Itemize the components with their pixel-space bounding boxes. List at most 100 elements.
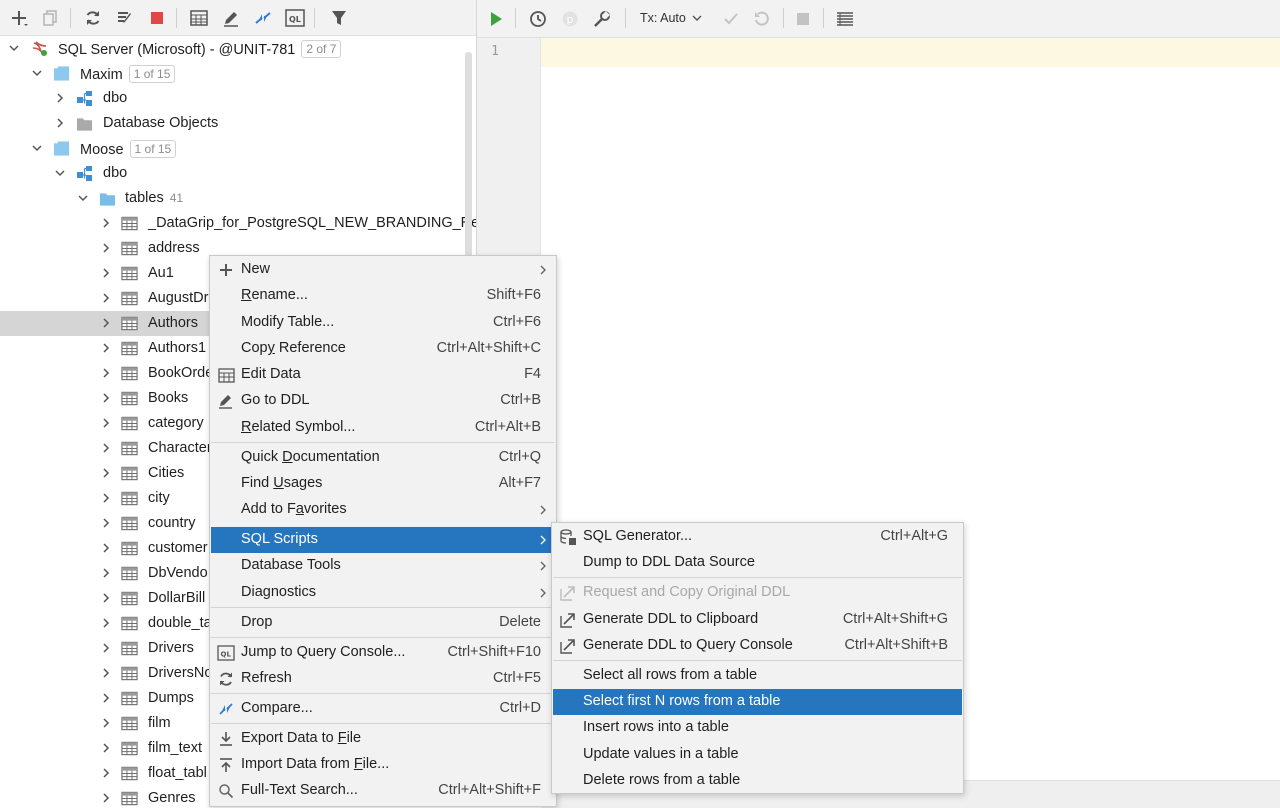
chevron-down-icon[interactable] <box>30 66 44 80</box>
chevron-right-icon[interactable] <box>99 341 113 355</box>
menu-item-refresh[interactable]: Refresh Ctrl+F5 <box>211 666 555 692</box>
compare-icon[interactable] <box>252 7 274 29</box>
chevron-right-icon[interactable] <box>99 766 113 780</box>
database-label: Moose <box>80 142 124 158</box>
chevron-right-icon[interactable] <box>99 491 113 505</box>
chevron-right-icon[interactable] <box>99 791 113 805</box>
menu-item-import-data[interactable]: Import Data from File... <box>211 752 555 778</box>
properties-icon[interactable] <box>114 7 136 29</box>
menu-item-drop[interactable]: Drop Delete <box>211 610 555 636</box>
filter-icon[interactable] <box>328 7 350 29</box>
external-arrow-icon <box>559 611 577 629</box>
menu-item-insert-rows[interactable]: Insert rows into a table <box>553 715 962 741</box>
output-layout-icon[interactable] <box>834 8 856 30</box>
tree-node-tables-folder[interactable]: tables 41 <box>0 186 476 211</box>
menu-item-find-usages[interactable]: Find Usages Alt+F7 <box>211 471 555 497</box>
chevron-right-icon[interactable] <box>99 741 113 755</box>
chevron-right-icon[interactable] <box>99 716 113 730</box>
settings-wrench-icon[interactable] <box>591 8 613 30</box>
commit-icon[interactable] <box>720 8 742 30</box>
menu-item-modify-table[interactable]: Modify Table... Ctrl+F6 <box>211 310 555 336</box>
menu-item-go-to-ddl[interactable]: Go to DDL Ctrl+B <box>211 388 555 414</box>
chevron-right-icon[interactable] <box>99 466 113 480</box>
menu-item-new[interactable]: New <box>211 257 555 283</box>
menu-item-quick-documentation[interactable]: Quick Documentation Ctrl+Q <box>211 445 555 471</box>
menu-item-generate-ddl-query-console[interactable]: Generate DDL to Query Console Ctrl+Alt+S… <box>553 633 962 659</box>
chevron-right-icon[interactable] <box>99 541 113 555</box>
menu-item-full-text-search[interactable]: Full-Text Search... Ctrl+Alt+Shift+F <box>211 778 555 804</box>
menu-item-jump-to-query-console[interactable]: QL Jump to Query Console... Ctrl+Shift+F… <box>211 640 555 666</box>
chevron-down-icon[interactable] <box>30 141 44 155</box>
chevron-right-icon[interactable] <box>99 391 113 405</box>
menu-item-sql-scripts[interactable]: SQL Scripts <box>211 527 555 553</box>
duplicate-icon[interactable] <box>40 7 62 29</box>
current-line-highlight[interactable] <box>541 38 1280 67</box>
table-label: film <box>148 715 171 731</box>
menu-item-add-to-favorites[interactable]: Add to Favorites <box>211 497 555 523</box>
chevron-right-icon[interactable] <box>99 691 113 705</box>
chevron-right-icon[interactable] <box>99 241 113 255</box>
menu-item-delete-rows[interactable]: Delete rows from a table <box>553 768 962 794</box>
chevron-right-icon[interactable] <box>99 591 113 605</box>
chevron-right-icon[interactable] <box>53 91 67 105</box>
chevron-right-icon[interactable] <box>99 216 113 230</box>
menu-item-generate-ddl-clipboard[interactable]: Generate DDL to Clipboard Ctrl+Alt+Shift… <box>553 607 962 633</box>
explain-plan-icon[interactable]: p <box>559 8 581 30</box>
stop-icon[interactable] <box>146 7 168 29</box>
refresh-icon[interactable] <box>82 7 104 29</box>
chevron-right-icon[interactable] <box>99 516 113 530</box>
menu-item-edit-data[interactable]: Edit Data F4 <box>211 362 555 388</box>
chevron-right-icon[interactable] <box>99 291 113 305</box>
table-icon[interactable] <box>188 7 210 29</box>
chevron-right-icon[interactable] <box>99 316 113 330</box>
tree-node-schema[interactable]: dbo <box>0 161 476 186</box>
chevron-right-icon[interactable] <box>99 441 113 455</box>
tree-node-data-source[interactable]: SQL Server (Microsoft) - @UNIT-781 2 of 7 <box>0 36 476 61</box>
tree-node-database-moose[interactable]: Moose 1 of 15 <box>0 136 476 161</box>
chevron-right-icon[interactable] <box>99 616 113 630</box>
menu-item-update-values[interactable]: Update values in a table <box>553 742 962 768</box>
chevron-down-icon[interactable] <box>53 166 67 180</box>
chevron-right-icon[interactable] <box>99 566 113 580</box>
history-icon[interactable] <box>527 8 549 30</box>
cancel-statement-icon[interactable] <box>792 8 814 30</box>
database-badge[interactable]: 1 of 15 <box>129 140 177 158</box>
chevron-right-icon[interactable] <box>99 666 113 680</box>
chevron-right-icon[interactable] <box>99 266 113 280</box>
chevron-right-icon[interactable] <box>99 416 113 430</box>
menu-item-database-tools[interactable]: Database Tools <box>211 553 555 579</box>
menu-item-compare[interactable]: Compare... Ctrl+D <box>211 696 555 722</box>
add-icon[interactable] <box>8 7 30 29</box>
table-icon <box>121 515 138 532</box>
query-console-icon[interactable]: QL <box>284 7 306 29</box>
transaction-mode-dropdown[interactable]: Tx: Auto <box>640 11 702 25</box>
menu-item-select-all-rows[interactable]: Select all rows from a table <box>553 663 962 689</box>
data-source-badge[interactable]: 2 of 7 <box>301 40 342 58</box>
sql-scripts-submenu: SQL Generator... Ctrl+Alt+G Dump to DDL … <box>551 522 964 794</box>
folder-label: Database Objects <box>103 115 219 131</box>
chevron-down-icon[interactable] <box>7 41 21 55</box>
menu-item-related-symbol[interactable]: Related Symbol... Ctrl+Alt+B <box>211 415 555 441</box>
chevron-right-icon[interactable] <box>99 641 113 655</box>
menu-item-sql-generator[interactable]: SQL Generator... Ctrl+Alt+G <box>553 524 962 550</box>
rollback-icon[interactable] <box>751 8 773 30</box>
run-icon[interactable] <box>485 8 507 30</box>
menu-item-diagnostics[interactable]: Diagnostics <box>211 580 555 606</box>
tree-node-schema[interactable]: dbo <box>0 86 476 111</box>
table-label: double_ta <box>148 615 212 631</box>
tree-node-table[interactable]: _DataGrip_for_PostgreSQL_NEW_BRANDING_Re… <box>0 211 476 236</box>
tree-node-database-objects[interactable]: Database Objects <box>0 111 476 136</box>
menu-item-copy-reference[interactable]: Copy Reference Ctrl+Alt+Shift+C <box>211 336 555 362</box>
chevron-down-icon[interactable] <box>76 191 90 205</box>
menu-item-select-first-n-rows[interactable]: Select first N rows from a table <box>553 689 962 715</box>
table-label: float_tabl <box>148 765 207 781</box>
tree-node-database-maxim[interactable]: Maxim 1 of 15 <box>0 61 476 86</box>
menu-item-rename[interactable]: Rename... Shift+F6 <box>211 283 555 309</box>
edit-icon[interactable] <box>220 7 242 29</box>
chevron-right-icon[interactable] <box>99 366 113 380</box>
menu-item-export-data[interactable]: Export Data to File <box>211 726 555 752</box>
menu-item-request-copy-original-ddl[interactable]: Request and Copy Original DDL <box>553 580 962 606</box>
chevron-right-icon[interactable] <box>53 116 67 130</box>
menu-item-dump-to-ddl-data-source[interactable]: Dump to DDL Data Source <box>553 550 962 576</box>
database-badge[interactable]: 1 of 15 <box>128 65 176 83</box>
